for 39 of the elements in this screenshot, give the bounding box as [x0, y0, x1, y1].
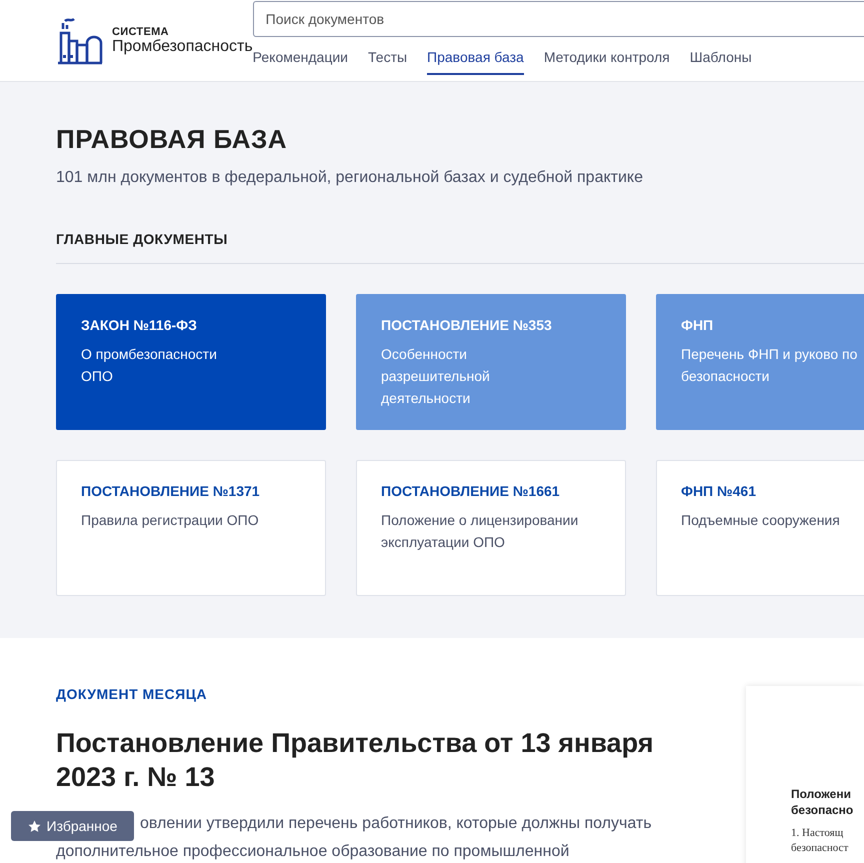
search-field[interactable]: Поиск документов: [252, 1, 864, 37]
description-line: дополнительное профессиональное образование по промышленной: [56, 842, 570, 862]
nav-tab[interactable]: Правовая база: [427, 49, 524, 75]
logo-name: Промбезопасность: [112, 38, 253, 56]
card-description: Правила регистрации ОПО: [81, 511, 260, 530]
page-title: ПРАВОВАЯ БАЗА: [56, 124, 288, 155]
preview-text: безопасност: [791, 841, 850, 856]
nav-tab[interactable]: Рекомендации: [252, 49, 348, 75]
document-preview[interactable]: Положени безопасно 1. Настоящ безопасност: [746, 686, 864, 863]
preview-text: 1. Настоящ: [791, 826, 844, 841]
preview-heading: Положени: [791, 786, 852, 802]
document-title: Постановление Правительства от 13 января 2023 г. № 13: [56, 727, 654, 794]
preview-heading: безопасно: [791, 802, 854, 818]
card-title: ПОСТАНОВЛЕНИЕ №1661: [381, 483, 561, 499]
favorites-button[interactable]: Избранное: [11, 811, 134, 841]
card-description: Положение о лицензировании эксплуатации ОПО: [381, 511, 580, 552]
card-description: Особенности разрешительной деятельности: [381, 345, 491, 408]
document-card[interactable]: ФНП №461 Подъемные сооружения: [656, 460, 864, 596]
star-icon: [28, 820, 41, 832]
nav-tab[interactable]: Шаблоны: [690, 49, 752, 75]
card-description: Перечень ФНП и руково по безопасности: [681, 345, 858, 386]
document-card[interactable]: ПОСТАНОВЛЕНИЕ №1661 Положение о лицензировании эксплуатации ОПО: [356, 460, 626, 596]
card-description: О промбезопасности ОПО: [81, 345, 218, 386]
card-title: ПОСТАНОВЛЕНИЕ №1371: [81, 483, 261, 499]
card-title: ПОСТАНОВЛЕНИЕ №353: [381, 317, 553, 333]
card-title: ФНП №461: [681, 483, 757, 499]
description-line: овлении утвердили перечень работников, которые должны получать: [140, 814, 653, 834]
document-card[interactable]: ПОСТАНОВЛЕНИЕ №1371 Правила регистрации ОПО: [56, 460, 326, 596]
card-title: ФНП: [681, 317, 714, 333]
card-description: Подъемные сооружения: [681, 511, 841, 530]
section-label: ДОКУМЕНТ МЕСЯЦА: [56, 686, 208, 702]
page-subtitle: 101 млн документов в федеральной, региональной базах и судебной практике: [56, 169, 644, 187]
factory-logo-icon: [56, 16, 104, 64]
section-heading: ГЛАВНЫЕ ДОКУМЕНТЫ: [56, 231, 229, 247]
nav-tab[interactable]: Тесты: [368, 49, 408, 75]
document-card[interactable]: ЗАКОН №116-ФЗ О промбезопасности ОПО: [56, 294, 326, 430]
card-title: ЗАКОН №116-ФЗ: [81, 317, 198, 333]
nav-tab[interactable]: Методики контроля: [544, 49, 670, 75]
logo-overline: СИСТЕМА: [112, 26, 170, 38]
